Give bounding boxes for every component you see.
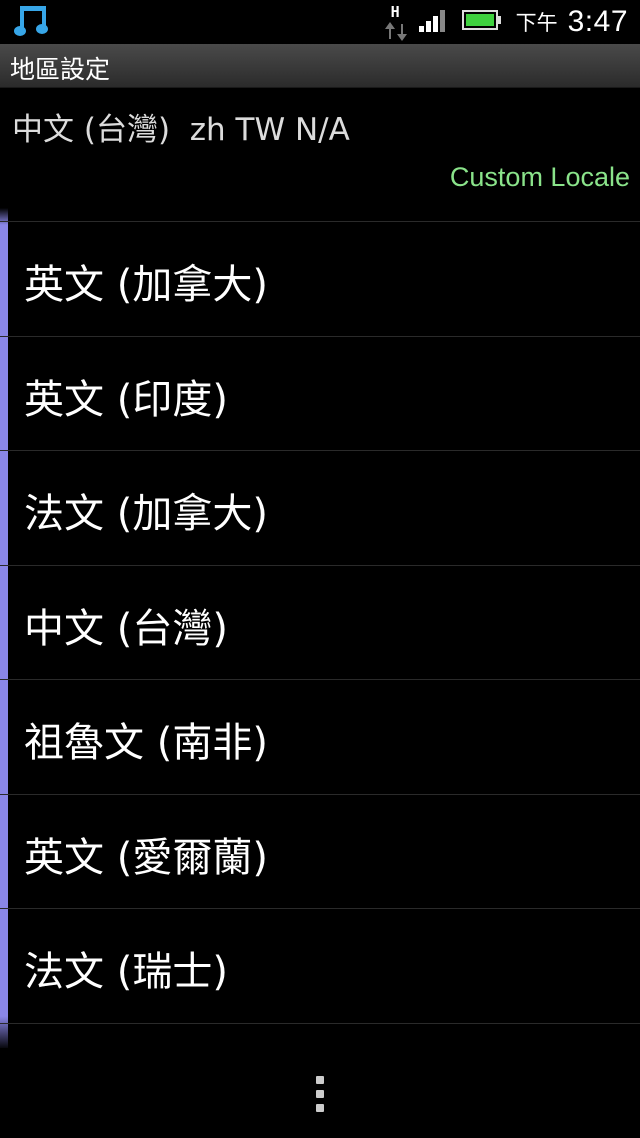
signal-strength-icon	[418, 8, 450, 36]
custom-locale-button[interactable]: Custom Locale	[450, 162, 630, 193]
list-item-label: 英文 (印度)	[24, 376, 228, 423]
overflow-menu-icon[interactable]	[314, 1076, 326, 1116]
list-item[interactable]: 法文 (加拿大)	[0, 450, 640, 565]
list-item-label: 法文 (加拿大)	[24, 491, 268, 537]
list-item[interactable]: 祖魯文 (南非)	[0, 679, 640, 794]
status-bar: H 下午 3:47	[0, 0, 640, 44]
list-item[interactable]: 英文 (加拿大)	[0, 221, 640, 336]
list-item[interactable]: 英文 (愛爾蘭)	[0, 793, 640, 909]
battery-icon	[461, 8, 502, 36]
clock: 3:47	[567, 5, 628, 38]
data-activity-icon: H	[384, 2, 412, 42]
list-item-label: 中文 (台灣)	[24, 605, 228, 652]
list-item-label: 英文 (愛爾蘭)	[24, 834, 268, 881]
music-notification-icon	[14, 4, 50, 42]
title-bar: 地區設定	[0, 44, 640, 88]
list-item[interactable]: 法文 (瑞士)	[0, 908, 640, 1023]
list-item-label: 英文 (加拿大)	[24, 262, 268, 308]
list-item-label: 法文 (瑞士)	[24, 949, 228, 995]
current-locale-text: 中文 (台灣) zh TW N/A	[12, 112, 350, 148]
list-item[interactable]: 中文 (台灣)	[0, 564, 640, 680]
list-item-label: 祖魯文 (南非)	[24, 720, 268, 766]
locale-list: 英文 (加拿大) 英文 (印度) 法文 (加拿大) 中文 (台灣) 祖魯文 (南…	[0, 221, 640, 1053]
list-item[interactable]: 英文 (印度)	[0, 335, 640, 451]
ampm-label: 下午	[515, 11, 558, 35]
network-type-label: H	[390, 3, 400, 21]
page-title: 地區設定	[10, 55, 111, 84]
